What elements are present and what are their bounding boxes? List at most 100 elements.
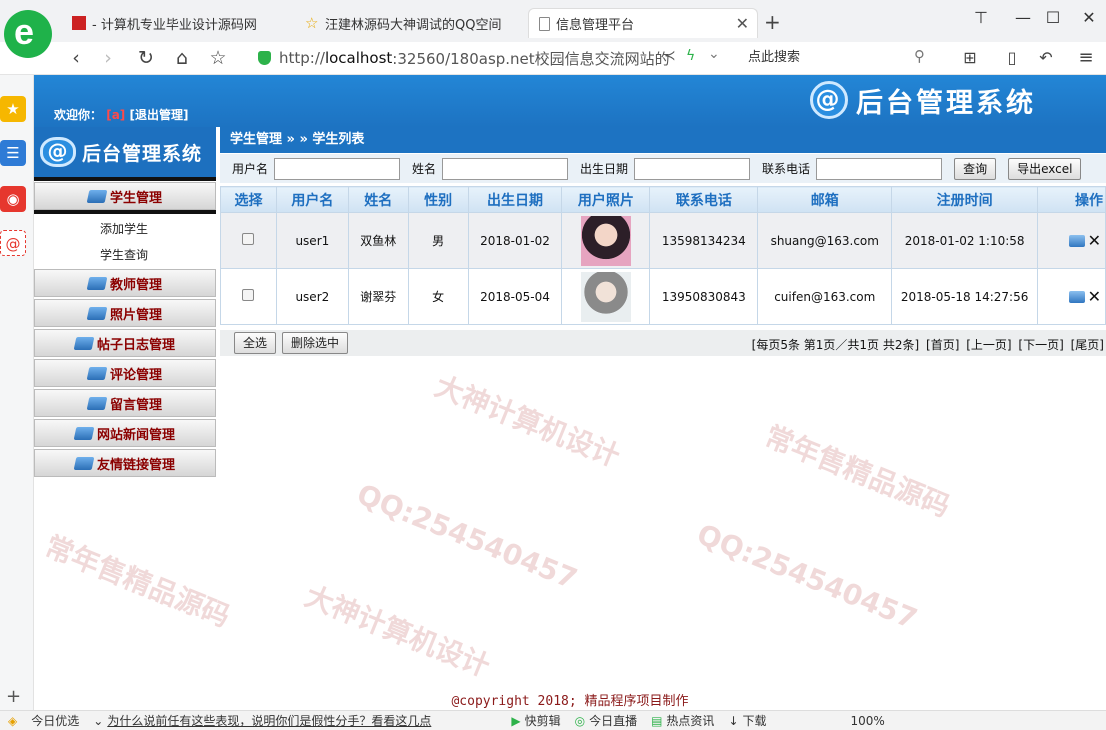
filter-bar: 用户名 姓名 出生日期 联系电话 查询 导出excel	[220, 154, 1106, 183]
last-page-link[interactable]: [尾页]	[1071, 338, 1104, 352]
tab-2[interactable]: ☆ 汪建林源码大神调试的QQ空间	[295, 8, 520, 38]
mail-icon[interactable]: @	[0, 230, 26, 256]
birth-date-input[interactable]	[634, 157, 751, 180]
menu-item-label: 友情链接管理	[96, 457, 175, 473]
share-icon[interactable]: ≺	[664, 48, 676, 64]
extensions-icon[interactable]: ⊞	[958, 46, 982, 70]
menu-icon[interactable]: ≡	[1074, 46, 1098, 70]
list-icon[interactable]: ☰	[0, 140, 26, 166]
current-user-link[interactable]: [a]	[106, 108, 125, 122]
maximize-icon[interactable]: ☐	[1040, 8, 1066, 30]
home-icon[interactable]: ⌂	[170, 46, 194, 70]
page-favicon-icon	[539, 16, 550, 31]
menu-item-label: 留言管理	[109, 397, 162, 413]
col-header-username: 用户名	[275, 186, 349, 213]
cell-photo	[561, 268, 651, 325]
news-ticker-link[interactable]: 为什么说前任有这些表现，说明你们是假性分手？看看这几点	[107, 712, 431, 729]
export-excel-button[interactable]: 导出excel	[1008, 157, 1082, 180]
menu-item-label: 学生管理	[109, 190, 162, 206]
menu-item-photo[interactable]: 照片管理	[34, 299, 216, 327]
submenu-add-student[interactable]: 添加学生	[34, 218, 216, 240]
zoom-level[interactable]: 100%	[851, 714, 885, 728]
prev-page-link[interactable]: [上一页]	[966, 338, 1011, 352]
chevron-down-icon[interactable]: ⌄	[708, 46, 720, 62]
menu-item-message[interactable]: 留言管理	[34, 389, 216, 417]
browser-sidebar	[0, 75, 34, 710]
menu-item-label: 照片管理	[109, 307, 162, 323]
tab-title: 汪建林源码大神调试的QQ空间	[325, 17, 502, 33]
live-button[interactable]: 今日直播	[589, 712, 637, 729]
today-pick-link[interactable]: 今日优选	[31, 712, 79, 729]
menu-title: 后台管理系统	[82, 142, 203, 165]
col-header-reg-time: 注册时间	[891, 186, 1039, 213]
tab-3-active[interactable]: 信息管理平台 ✕	[528, 8, 758, 38]
delete-selected-button[interactable]: 删除选中	[282, 332, 349, 354]
live-icon: ◎	[574, 713, 586, 728]
tab-1[interactable]: - 计算机专业毕业设计源码网	[62, 8, 287, 38]
phone-input[interactable]	[816, 157, 943, 180]
menu-item-icon	[86, 366, 108, 380]
menu-item-news[interactable]: 网站新闻管理	[34, 419, 216, 447]
menu-header: @ 后台管理系统	[34, 127, 216, 177]
cell-gender: 男	[407, 212, 469, 269]
minimize-icon[interactable]: —	[1010, 8, 1036, 30]
delete-icon[interactable]: ✕	[1088, 287, 1101, 306]
browser-logo-icon[interactable]	[4, 10, 52, 58]
menu-divider	[34, 210, 216, 214]
watermark: 常年售精品源码	[40, 529, 235, 634]
weibo-icon[interactable]: ◉	[0, 186, 26, 212]
lightning-icon[interactable]: ϟ	[686, 48, 695, 64]
name-input[interactable]	[442, 157, 569, 180]
edit-icon[interactable]	[1068, 290, 1085, 303]
select-all-button[interactable]: 全选	[234, 332, 277, 354]
row-checkbox[interactable]	[242, 233, 255, 245]
url-host: localhost	[324, 49, 393, 67]
site-favicon-icon	[72, 16, 86, 30]
download-button[interactable]: 下载	[743, 712, 767, 729]
favorites-star-icon[interactable]: ★	[0, 96, 26, 122]
hot-news-button[interactable]: 热点资讯	[666, 712, 714, 729]
menu-item-student[interactable]: 学生管理	[34, 182, 216, 210]
edit-icon[interactable]	[1068, 234, 1085, 247]
close-window-icon[interactable]: ✕	[1076, 8, 1102, 30]
watermark: 常年售精品源码	[760, 419, 955, 524]
search-input[interactable]: 点此搜索	[742, 46, 942, 70]
welcome-text: 欢迎你： [a] [退出管理]	[54, 106, 188, 123]
undo-icon[interactable]: ↶	[1034, 46, 1058, 70]
close-tab-icon[interactable]: ✕	[736, 14, 749, 33]
tab-title: 信息管理平台	[556, 18, 635, 33]
back-icon[interactable]: ‹	[64, 46, 88, 70]
security-shield-icon	[258, 51, 271, 65]
submenu-student-query[interactable]: 学生查询	[34, 244, 216, 266]
clip-button[interactable]: 快剪辑	[525, 712, 561, 729]
refresh-icon[interactable]: ↻	[134, 46, 158, 70]
next-page-link[interactable]: [下一页]	[1018, 338, 1063, 352]
search-icon[interactable]: ⚲	[914, 47, 925, 65]
search-button[interactable]: 查询	[954, 157, 997, 180]
watermark: 大神计算机设计	[300, 579, 495, 684]
reading-mode-icon[interactable]: ▯	[1000, 46, 1024, 70]
new-tab-button[interactable]: +	[764, 10, 781, 34]
user-photo	[580, 271, 631, 322]
url-scheme: http://	[279, 49, 325, 67]
menu-item-post[interactable]: 帖子日志管理	[34, 329, 216, 357]
menu-item-icon	[73, 426, 95, 440]
menu-item-links[interactable]: 友情链接管理	[34, 449, 216, 477]
menu-item-label: 网站新闻管理	[96, 427, 175, 443]
bookmark-star-icon[interactable]: ☆	[206, 46, 230, 70]
delete-icon[interactable]: ✕	[1088, 231, 1101, 250]
menu-item-comment[interactable]: 评论管理	[34, 359, 216, 387]
menu-item-teacher[interactable]: 教师管理	[34, 269, 216, 297]
cell-email: shuang@163.com	[757, 212, 893, 269]
col-header-email: 邮箱	[757, 186, 893, 213]
logout-link[interactable]: [退出管理]	[129, 108, 188, 122]
username-input[interactable]	[274, 157, 401, 180]
shirt-skin-icon[interactable]: ⊤	[968, 8, 994, 30]
first-page-link[interactable]: [首页]	[926, 338, 959, 352]
menu-item-icon	[73, 336, 95, 350]
table-row: user2 谢翠芬 女 2018-05-04 13950830843 cuife…	[220, 268, 1106, 325]
row-checkbox[interactable]	[242, 289, 255, 301]
col-header-select: 选择	[220, 186, 277, 213]
forward-icon[interactable]: ›	[96, 46, 120, 70]
url-input[interactable]: http://localhost:32560/180asp.net校园信息交流网…	[252, 46, 732, 70]
